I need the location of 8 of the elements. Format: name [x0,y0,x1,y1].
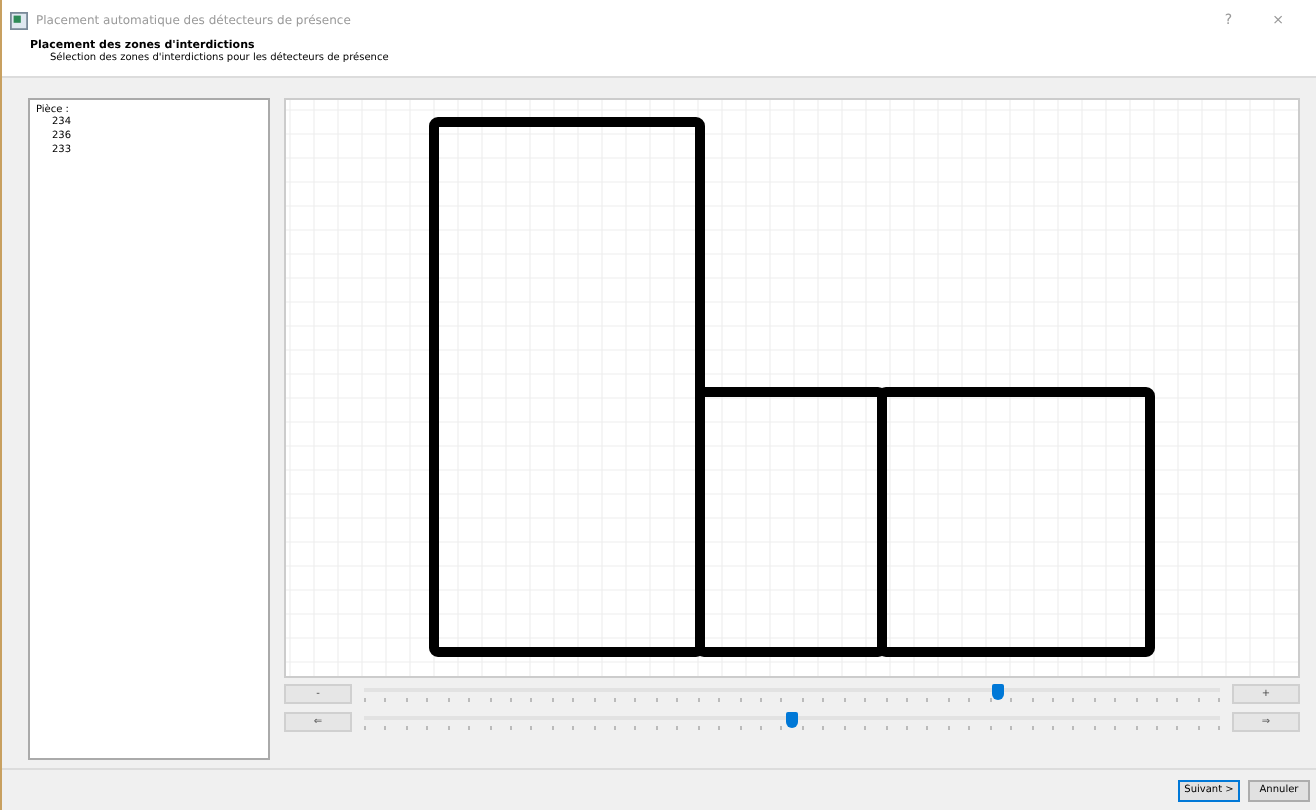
slider-thumb[interactable] [991,684,1004,700]
slider[interactable] [364,682,1220,706]
room-outline[interactable] [877,387,1155,657]
app-icon [10,11,28,29]
room-outline[interactable] [429,117,705,657]
slider[interactable] [364,710,1220,734]
slider-thumb[interactable] [786,712,798,728]
room-outline[interactable] [695,387,887,657]
